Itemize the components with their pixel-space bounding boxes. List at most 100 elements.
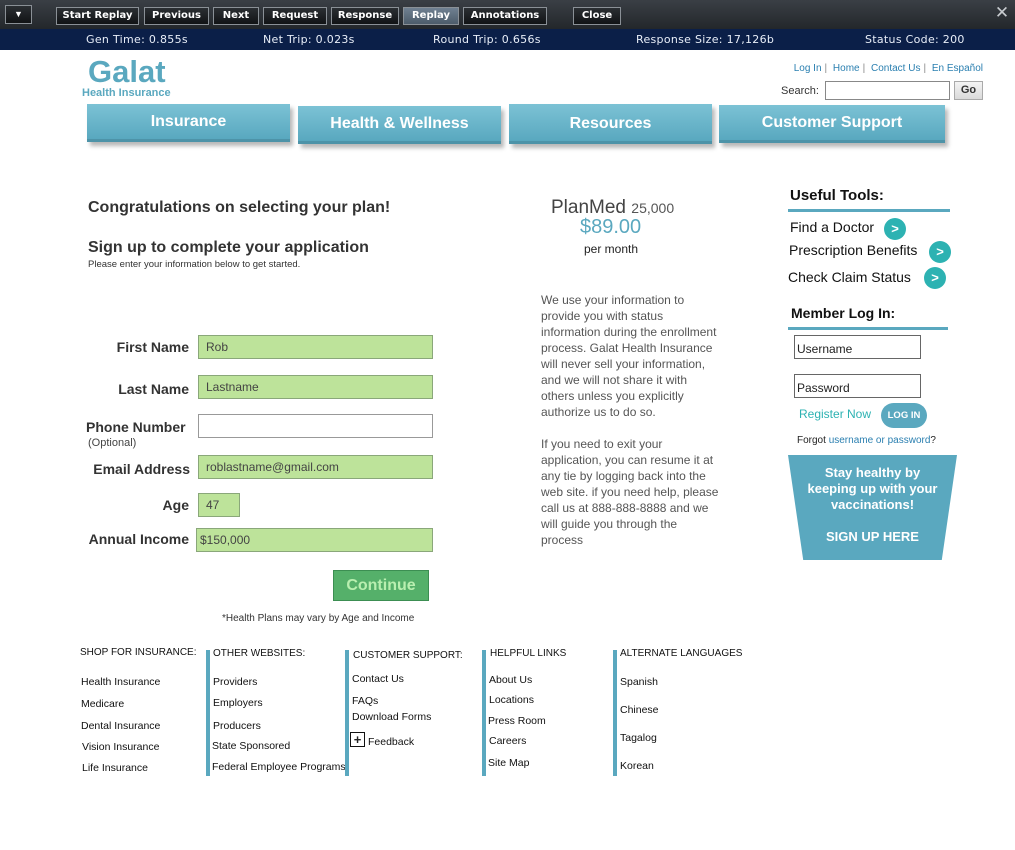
replay-toolbar: ▼ Start Replay Previous Next Request Res…: [0, 0, 1015, 29]
previous-button[interactable]: Previous: [144, 7, 209, 25]
round-trip: Round Trip: 0.656s: [433, 33, 541, 46]
chevron-down-icon: ▼: [14, 9, 23, 19]
footer-link-life[interactable]: Life Insurance: [82, 762, 148, 774]
privacy-info: We use your information to provide you w…: [541, 292, 721, 548]
phone-number-label: Phone Number: [86, 419, 186, 435]
next-button[interactable]: Next: [213, 7, 259, 25]
footer-link-dental[interactable]: Dental Insurance: [81, 720, 160, 732]
site-logo[interactable]: Galat: [88, 54, 166, 90]
footer-divider: [206, 650, 210, 776]
find-a-doctor-link[interactable]: Find a Doctor: [790, 219, 874, 235]
footer-link-vision[interactable]: Vision Insurance: [82, 741, 159, 753]
footer-link-careers[interactable]: Careers: [489, 735, 526, 747]
congrats-heading: Congratulations on selecting your plan!: [88, 199, 391, 216]
check-claim-status-link[interactable]: Check Claim Status: [788, 269, 911, 285]
sign-up-here-link[interactable]: SIGN UP HERE: [788, 529, 957, 544]
privacy-paragraph: We use your information to provide you w…: [541, 293, 717, 419]
first-name-label: First Name: [116, 339, 189, 355]
health-plans-footnote: *Health Plans may vary by Age and Income: [222, 613, 415, 624]
footer-link-tagalog[interactable]: Tagalog: [620, 732, 657, 744]
search-label: Search:: [781, 85, 819, 97]
plan-amount: 25,000: [631, 200, 675, 216]
footer-link-about-us[interactable]: About Us: [489, 674, 532, 686]
close-icon[interactable]: ✕: [993, 4, 1011, 22]
forgot-credentials: Forgot username or password?: [797, 435, 936, 446]
login-button[interactable]: LOG IN: [881, 403, 927, 428]
footer-link-faqs[interactable]: FAQs: [352, 695, 378, 707]
gen-time: Gen Time: 0.855s: [86, 33, 188, 46]
footer-link-providers[interactable]: Providers: [213, 676, 257, 688]
arrow-right-icon[interactable]: >: [884, 218, 906, 240]
forgot-credentials-link[interactable]: username or password: [829, 435, 931, 446]
register-now-link[interactable]: Register Now: [799, 407, 871, 421]
status-bar: Gen Time: 0.855s Net Trip: 0.023s Round …: [0, 29, 1015, 50]
last-name-label: Last Name: [118, 381, 189, 397]
prescription-benefits-link[interactable]: Prescription Benefits: [789, 242, 917, 258]
footer-divider: [482, 650, 486, 776]
password-field[interactable]: Password: [794, 374, 921, 398]
footer-link-korean[interactable]: Korean: [620, 760, 654, 772]
username-field[interactable]: Username: [794, 335, 921, 359]
arrow-right-icon[interactable]: >: [924, 267, 946, 289]
useful-tools-divider: [788, 209, 950, 212]
nav-tab-health-wellness[interactable]: Health & Wellness: [298, 106, 501, 144]
search-input[interactable]: [825, 81, 950, 100]
footer-divider: [345, 650, 349, 776]
annotations-button[interactable]: Annotations: [463, 7, 547, 25]
phone-optional-note: (Optional): [88, 437, 137, 449]
footer-link-medicare[interactable]: Medicare: [81, 698, 124, 710]
last-name-field[interactable]: Lastname: [198, 375, 433, 399]
first-name-field[interactable]: Rob: [198, 335, 433, 359]
footer-link-health-insurance[interactable]: Health Insurance: [81, 676, 160, 688]
response-button[interactable]: Response: [331, 7, 399, 25]
start-replay-button[interactable]: Start Replay: [56, 7, 139, 25]
toolbar-menu-dropdown[interactable]: ▼: [5, 5, 32, 24]
phone-number-field[interactable]: [198, 414, 433, 438]
useful-tools-heading: Useful Tools:: [790, 187, 884, 204]
footer-link-site-map[interactable]: Site Map: [488, 757, 529, 769]
vaccination-promo-banner[interactable]: Stay healthy by keeping up with your vac…: [788, 455, 957, 560]
forgot-prefix: Forgot: [797, 435, 829, 446]
email-address-label: Email Address: [93, 461, 190, 477]
annual-income-field[interactable]: $150,000: [196, 528, 433, 552]
nav-tab-customer-support[interactable]: Customer Support: [719, 105, 945, 143]
footer-link-producers[interactable]: Producers: [213, 720, 261, 732]
footer-link-locations[interactable]: Locations: [489, 694, 534, 706]
link-divider: |: [824, 63, 828, 74]
espanol-link[interactable]: En Español: [932, 63, 983, 74]
nav-tab-resources[interactable]: Resources: [509, 104, 712, 144]
signup-instructions: Please enter your information below to g…: [88, 259, 301, 270]
close-button[interactable]: Close: [573, 7, 621, 25]
net-trip: Net Trip: 0.023s: [263, 33, 355, 46]
footer-link-contact-us[interactable]: Contact Us: [352, 673, 404, 685]
signup-heading: Sign up to complete your application: [88, 239, 369, 256]
email-address-field[interactable]: roblastname@gmail.com: [198, 455, 433, 479]
footer-heading-shop: SHOP FOR INSURANCE:: [80, 647, 197, 658]
age-field[interactable]: 47: [198, 493, 240, 517]
contact-us-link[interactable]: Contact Us: [871, 63, 920, 74]
nav-tab-insurance[interactable]: Insurance: [87, 104, 290, 142]
go-button[interactable]: Go: [954, 81, 983, 100]
plus-icon[interactable]: +: [350, 732, 365, 747]
annual-income-label: Annual Income: [88, 531, 189, 547]
footer-link-download-forms[interactable]: Download Forms: [352, 711, 431, 723]
footer-link-employers[interactable]: Employers: [213, 697, 263, 709]
top-links: Log In | Home | Contact Us | En Español: [794, 63, 983, 74]
home-link[interactable]: Home: [833, 63, 860, 74]
footer-link-state-sponsored[interactable]: State Sponsored: [212, 740, 290, 752]
footer-link-chinese[interactable]: Chinese: [620, 704, 659, 716]
footer-divider: [613, 650, 617, 776]
member-login-divider: [788, 327, 948, 330]
arrow-right-icon[interactable]: >: [929, 241, 951, 263]
continue-button[interactable]: Continue: [333, 570, 429, 601]
footer-link-press-room[interactable]: Press Room: [488, 715, 546, 727]
age-label: Age: [162, 497, 189, 513]
replay-button[interactable]: Replay: [403, 7, 459, 25]
footer-link-spanish[interactable]: Spanish: [620, 676, 658, 688]
promo-text: Stay healthy by keeping up with your vac…: [807, 465, 938, 512]
forgot-suffix: ?: [930, 435, 936, 446]
footer-link-feedback[interactable]: Feedback: [368, 736, 414, 748]
footer-link-federal-employee[interactable]: Federal Employee Programs: [212, 761, 346, 773]
login-link[interactable]: Log In: [794, 63, 822, 74]
request-button[interactable]: Request: [263, 7, 327, 25]
